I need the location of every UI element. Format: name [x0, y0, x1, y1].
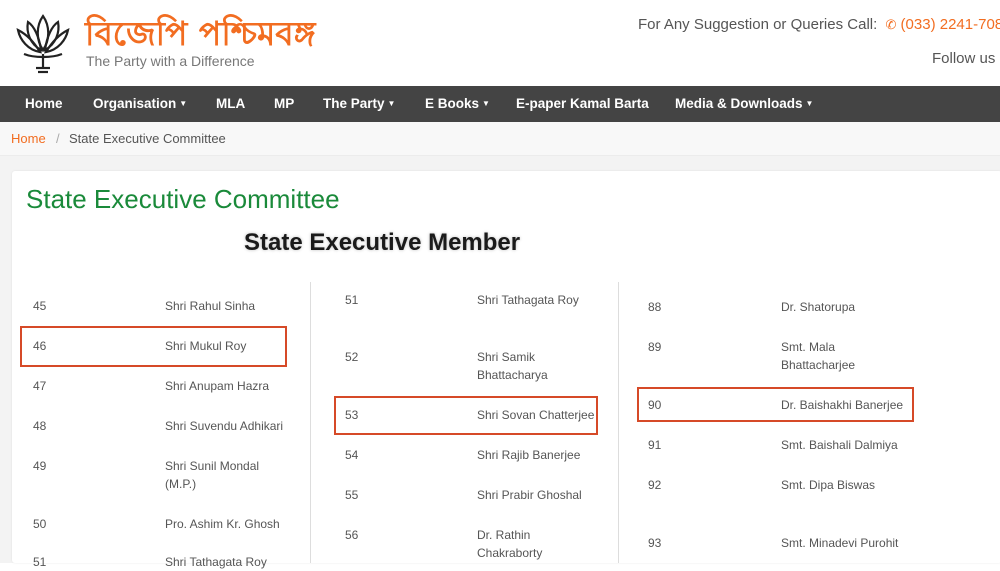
chevron-down-icon: ▼ [387, 99, 396, 108]
chevron-down-icon: ▼ [805, 99, 814, 108]
member-number: 88 [648, 300, 662, 314]
member-name: Shri Rahul Sinha [165, 299, 256, 313]
member-number: 51 [345, 293, 359, 307]
member-name-line2: Chakraborty [477, 546, 543, 560]
contact-phone[interactable]: (033) 2241-7086 [901, 16, 1000, 33]
chevron-down-icon: ▼ [482, 99, 490, 108]
member-number: 91 [648, 438, 662, 452]
column-divider [618, 282, 619, 563]
member-name: Dr. Rathin [477, 528, 531, 542]
page-title: State Executive Committee [26, 184, 340, 214]
member-name: Smt. Mala [781, 340, 836, 354]
brand-tagline: The Party with a Difference [86, 53, 255, 69]
phone-icon: ✆ [885, 17, 897, 32]
member-number: 89 [648, 340, 662, 354]
member-number: 55 [345, 488, 359, 502]
member-number: 56 [345, 528, 359, 542]
member-number: 49 [33, 459, 47, 473]
member-name: Shri Prabir Ghoshal [477, 488, 582, 502]
nav-e-paper[interactable]: E-paper Kamal Barta [516, 86, 649, 122]
member-number: 50 [33, 517, 47, 531]
breadcrumb: Home / State Executive Committee [0, 122, 1000, 156]
member-number: 52 [345, 350, 359, 364]
member-name: Shri Sunil Mondal [165, 459, 260, 473]
member-name: Shri Tathagata Roy [165, 555, 267, 569]
member-name: Shri Tathagata Roy [477, 293, 579, 307]
breadcrumb-separator: / [56, 131, 60, 146]
member-number: 92 [648, 478, 662, 492]
chevron-down-icon: ▼ [179, 99, 188, 108]
member-name-line2: Bhattacharya [477, 368, 548, 382]
nav-media-downloads[interactable]: Media & Downloads ▼ [675, 86, 813, 122]
member-number: 51 [33, 555, 47, 569]
contact-label: For Any Suggestion or Queries Call: [638, 16, 878, 33]
member-name: Shri Suvendu Adhikari [165, 419, 284, 433]
member-name: Dr. Shatorupa [781, 300, 856, 314]
highlight-box-baishakhi-banerjee [637, 387, 914, 422]
column-divider [310, 282, 311, 563]
main-nav: Home Organisation ▼ MLA MP The Party ▼ E B… [0, 86, 1000, 122]
highlight-box-mukul-roy [20, 326, 287, 367]
member-name: Pro. Ashim Kr. Ghosh [165, 517, 280, 531]
nav-organisation[interactable]: Organisation ▼ [93, 86, 187, 122]
member-number: 47 [33, 379, 47, 393]
nav-mla[interactable]: MLA [216, 86, 245, 122]
lotus-logo-icon[interactable] [14, 10, 72, 76]
member-number: 45 [33, 299, 47, 313]
member-name: Smt. Baishali Dalmiya [781, 438, 898, 452]
member-number: 54 [345, 448, 359, 462]
member-number: 48 [33, 419, 47, 433]
member-name: Smt. Minadevi Purohit [781, 536, 899, 550]
breadcrumb-home-link[interactable]: Home [11, 131, 46, 146]
member-name: Smt. Dipa Biswas [781, 478, 876, 492]
nav-e-books[interactable]: E Books ▼ [425, 86, 490, 122]
breadcrumb-current: State Executive Committee [69, 131, 226, 146]
member-heading: State Executive Member [244, 229, 521, 256]
member-name: Shri Samik [477, 350, 536, 364]
nav-the-party[interactable]: The Party ▼ [323, 86, 395, 122]
highlight-box-sovan-chatterjee [334, 396, 598, 435]
follow-us-text: Follow us [932, 50, 996, 67]
nav-mp[interactable]: MP [274, 86, 294, 122]
contact-info: For Any Suggestion or Queries Call: ✆ (0… [638, 16, 1000, 33]
member-name: Shri Anupam Hazra [165, 379, 270, 393]
member-name-line2: (M.P.) [165, 477, 197, 491]
site-header: বিজেপি পশ্চিমবঙ্গ The Party with a Diffe… [0, 0, 1000, 86]
member-name: Shri Rajib Banerjee [477, 448, 581, 462]
member-number: 93 [648, 536, 662, 550]
brand-name[interactable]: বিজেপি পশ্চিমবঙ্গ [85, 14, 316, 54]
nav-home[interactable]: Home [25, 86, 63, 122]
member-name-line2: Bhattacharjee [781, 358, 856, 372]
